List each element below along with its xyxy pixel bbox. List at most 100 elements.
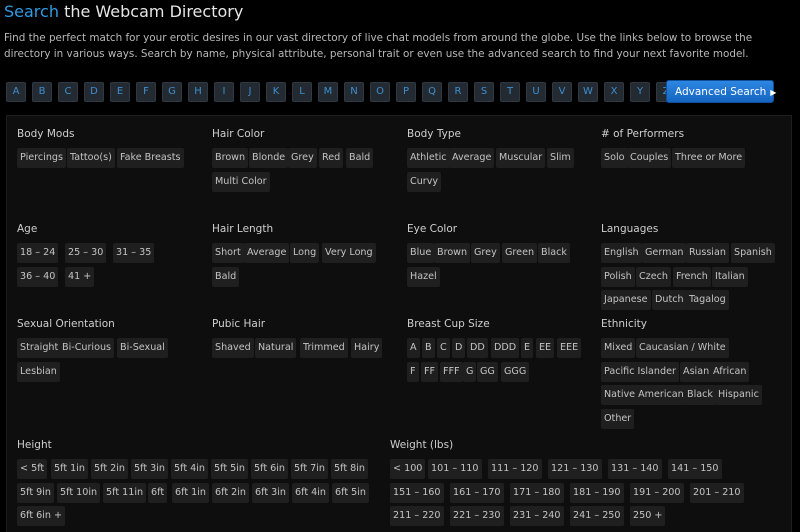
filter-tag[interactable]: 5ft 3in [131, 459, 168, 479]
letter-link-y[interactable]: Y [630, 82, 650, 102]
filter-tag[interactable]: Blonde [249, 148, 289, 168]
letter-link-a[interactable]: A [6, 82, 26, 102]
filter-tag[interactable]: 5ft 2in [91, 459, 128, 479]
filter-tag[interactable]: Curvy [407, 171, 442, 192]
filter-tag[interactable]: Average [449, 148, 495, 168]
filter-tag[interactable]: 6ft [148, 482, 168, 503]
filter-tag[interactable]: 6ft 1in [172, 482, 209, 503]
filter-tag[interactable]: 36 – 40 [17, 266, 59, 287]
filter-tag[interactable]: 121 – 130 [548, 459, 602, 479]
letter-link-b[interactable]: B [32, 82, 52, 102]
filter-tag[interactable]: 151 – 160 [390, 482, 444, 503]
filter-tag[interactable]: Muscular [496, 148, 546, 168]
filter-tag[interactable]: Czech [636, 266, 671, 287]
filter-tag[interactable]: Black [538, 243, 570, 263]
filter-tag[interactable]: 18 – 24 [17, 243, 59, 263]
filter-tag[interactable]: 5ft 4in [171, 459, 208, 479]
filter-tag[interactable]: 181 – 190 [570, 482, 624, 503]
filter-tag[interactable]: Bi-Curious [59, 338, 115, 358]
letter-link-p[interactable]: P [396, 82, 416, 102]
filter-tag[interactable]: Native American [601, 385, 687, 405]
filter-tag[interactable]: 6ft 2in [212, 482, 249, 503]
filter-tag[interactable]: Bi-Sexual [117, 338, 168, 358]
filter-tag[interactable]: Athletic [407, 148, 450, 168]
filter-tag[interactable]: DD [467, 338, 488, 358]
letter-link-k[interactable]: K [266, 82, 286, 102]
filter-tag[interactable]: Hazel [407, 266, 440, 287]
filter-tag[interactable]: Other [601, 408, 635, 429]
filter-tag[interactable]: French [673, 266, 711, 287]
filter-tag[interactable]: Brown [434, 243, 471, 263]
filter-tag[interactable]: Hairy [351, 338, 383, 358]
filter-tag[interactable]: < 100 [390, 459, 426, 479]
filter-tag[interactable]: Mixed [601, 338, 636, 358]
filter-tag[interactable]: 5ft 6in [251, 459, 288, 479]
filter-tag[interactable]: Solo [601, 148, 628, 168]
letter-link-e[interactable]: E [110, 82, 130, 102]
letter-link-u[interactable]: U [526, 82, 546, 102]
filter-tag[interactable]: 221 – 230 [450, 506, 504, 526]
filter-tag[interactable]: Tagalog [686, 290, 729, 310]
letter-link-o[interactable]: O [370, 82, 390, 102]
filter-tag[interactable]: Brown [212, 148, 249, 168]
filter-tag[interactable]: A [407, 338, 420, 358]
filter-tag[interactable]: 131 – 140 [608, 459, 662, 479]
letter-link-j[interactable]: J [240, 82, 260, 102]
filter-tag[interactable]: Long [290, 243, 320, 263]
letter-link-g[interactable]: G [162, 82, 182, 102]
filter-tag[interactable]: Green [502, 243, 538, 263]
filter-tag[interactable]: Bald [212, 266, 240, 287]
filter-tag[interactable]: GGG [501, 361, 530, 382]
filter-tag[interactable]: Straight [17, 338, 62, 358]
filter-tag[interactable]: Hispanic [715, 385, 762, 405]
filter-tag[interactable]: Dutch [652, 290, 687, 310]
filter-tag[interactable]: < 5ft [17, 459, 48, 479]
letter-link-q[interactable]: Q [422, 82, 442, 102]
filter-tag[interactable]: EEE [557, 338, 582, 358]
filter-tag[interactable]: Caucasian / White [636, 338, 729, 358]
filter-tag[interactable]: E [521, 338, 534, 358]
filter-tag[interactable]: 5ft 11in [103, 482, 147, 503]
filter-tag[interactable]: 31 – 35 [113, 243, 155, 263]
filter-tag[interactable]: DDD [491, 338, 520, 358]
letter-link-v[interactable]: V [552, 82, 572, 102]
filter-tag[interactable]: Asian [680, 361, 713, 382]
filter-tag[interactable]: 211 – 220 [390, 506, 444, 526]
filter-tag[interactable]: 6ft 5in [332, 482, 369, 503]
letter-link-i[interactable]: I [214, 82, 234, 102]
letter-link-t[interactable]: T [500, 82, 520, 102]
filter-tag[interactable]: Pacific Islander [601, 361, 679, 382]
advanced-search-button[interactable]: Advanced Search ▶ [666, 80, 776, 103]
filter-tag[interactable]: Grey [471, 243, 500, 263]
filter-tag[interactable]: Bald [346, 148, 374, 168]
filter-tag[interactable]: 6ft 6in + [17, 506, 66, 526]
filter-tag[interactable]: D [452, 338, 466, 358]
filter-tag[interactable]: 5ft 5in [211, 459, 248, 479]
letter-link-w[interactable]: W [578, 82, 598, 102]
filter-tag[interactable]: 41 + [65, 266, 95, 287]
filter-tag[interactable]: 6ft 3in [252, 482, 289, 503]
filter-tag[interactable]: 141 – 150 [668, 459, 722, 479]
filter-tag[interactable]: 250 + [630, 506, 666, 526]
filter-tag[interactable]: Slim [547, 148, 574, 168]
filter-tag[interactable]: Multi Color [212, 171, 270, 192]
letter-link-r[interactable]: R [448, 82, 468, 102]
letter-link-x[interactable]: X [604, 82, 624, 102]
filter-tag[interactable]: Short [212, 243, 244, 263]
filter-tag[interactable]: 201 – 210 [690, 482, 744, 503]
filter-tag[interactable]: 5ft 8in [331, 459, 368, 479]
filter-tag[interactable]: Tattoo(s) [67, 148, 115, 168]
filter-tag[interactable]: 6ft 4in [292, 482, 329, 503]
filter-tag[interactable]: Fake Breasts [117, 148, 184, 168]
letter-link-m[interactable]: M [318, 82, 338, 102]
letter-link-c[interactable]: C [58, 82, 78, 102]
filter-tag[interactable]: FFF [440, 361, 463, 382]
filter-tag[interactable]: Spanish [731, 243, 775, 263]
filter-tag[interactable]: B [422, 338, 435, 358]
filter-tag[interactable]: 25 – 30 [65, 243, 107, 263]
filter-tag[interactable]: Shaved [212, 338, 254, 358]
filter-tag[interactable]: Red [319, 148, 344, 168]
filter-tag[interactable]: G [463, 361, 477, 382]
letter-link-s[interactable]: S [474, 82, 494, 102]
letter-link-d[interactable]: D [84, 82, 104, 102]
